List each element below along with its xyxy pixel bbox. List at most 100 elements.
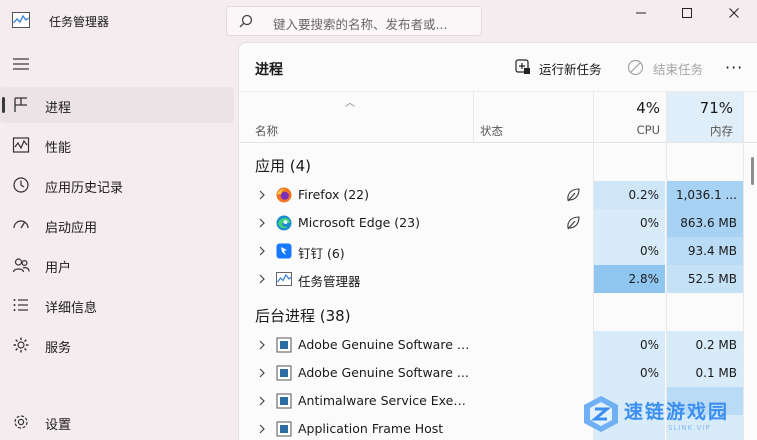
- processes-panel: 进程 运行新任务 结束任务 ··· ︿ 名称 状态 4% CPU 71% 内存 …: [238, 42, 757, 440]
- process-name: Firefox (22): [298, 187, 370, 202]
- sidebar-item-label: 性能: [45, 141, 72, 156]
- process-name: Adobe Genuine Software In...: [298, 337, 470, 352]
- sidebar-item-startup[interactable]: 启动应用: [0, 207, 234, 243]
- task-manager-app-icon: [12, 12, 30, 28]
- title-bar: 任务管理器 键入要搜索的名称、发布者或...: [0, 0, 757, 42]
- sidebar-item-services[interactable]: 服务: [0, 327, 234, 363]
- column-separator[interactable]: [473, 92, 474, 143]
- cpu-value: 0%: [639, 338, 659, 352]
- search-icon: [239, 14, 253, 28]
- column-header-cpu[interactable]: CPU: [637, 123, 660, 137]
- memory-cell: 863.6 MB: [667, 209, 743, 237]
- header-bottom-divider: [239, 142, 757, 143]
- end-task-label: 结束任务: [653, 62, 704, 77]
- column-header-status[interactable]: 状态: [480, 123, 503, 139]
- watermark-subtext: SLINK.VIP: [668, 424, 711, 432]
- memory-value: 1,036.1 ...: [675, 188, 737, 202]
- sidebar-item-label: 服务: [45, 341, 72, 356]
- users-icon: [12, 258, 30, 273]
- cpu-cell: 0%: [594, 237, 665, 265]
- processes-icon: [14, 97, 27, 112]
- search-input[interactable]: 键入要搜索的名称、发布者或...: [273, 14, 447, 33]
- firefox-icon: [276, 187, 292, 203]
- cpu-cell: 0%: [594, 359, 665, 387]
- sidebar-item-details[interactable]: 详细信息: [0, 287, 234, 323]
- table-row[interactable]: Adobe Genuine Software ... 0% 0.1 MB: [239, 359, 757, 387]
- process-name: 钉钉 (6): [298, 246, 345, 261]
- sidebar-item-performance[interactable]: 性能: [0, 127, 234, 163]
- run-new-task-label: 运行新任务: [539, 62, 602, 77]
- active-indicator: [2, 97, 5, 113]
- details-icon: [13, 299, 28, 311]
- hamburger-menu-icon[interactable]: [12, 57, 30, 71]
- history-icon: [13, 177, 29, 193]
- search-box[interactable]: 键入要搜索的名称、发布者或...: [226, 6, 482, 36]
- memory-value: 93.4 MB: [687, 244, 737, 258]
- efficiency-mode-icon: [567, 216, 580, 230]
- memory-value: 0.2 MB: [695, 338, 737, 352]
- memory-cell: 1,036.1 ...: [667, 181, 743, 209]
- service-box-icon: [276, 365, 292, 381]
- sidebar-item-label: 启动应用: [45, 221, 98, 236]
- column-header-name[interactable]: 名称: [255, 123, 278, 139]
- sidebar-item-settings[interactable]: 设置: [0, 404, 234, 440]
- expand-chevron-icon[interactable]: [258, 245, 266, 257]
- sidebar-item-users[interactable]: 用户: [0, 247, 234, 283]
- expand-chevron-icon[interactable]: [258, 273, 266, 285]
- vertical-scrollbar-thumb[interactable]: [751, 157, 754, 185]
- run-task-icon: [515, 59, 530, 74]
- cpu-value: 0%: [639, 216, 659, 230]
- table-row[interactable]: 任务管理器 2.8% 52.5 MB: [239, 265, 757, 293]
- minimize-icon: [636, 12, 646, 14]
- memory-value: 52.5 MB: [687, 272, 737, 286]
- table-row[interactable]: 钉钉 (6) 0% 93.4 MB: [239, 237, 757, 265]
- sidebar-item-label: 应用历史记录: [45, 181, 124, 196]
- close-button[interactable]: [711, 0, 757, 28]
- cpu-value: 0.2%: [628, 188, 660, 202]
- settings-gear-icon: [14, 415, 28, 429]
- table-row[interactable]: Adobe Genuine Software In... 0% 0.2 MB: [239, 331, 757, 359]
- table-row[interactable]: Firefox (22) 0.2% 1,036.1 ...: [239, 181, 757, 209]
- expand-chevron-icon[interactable]: [258, 339, 266, 351]
- memory-cell: 0.1 MB: [667, 359, 743, 387]
- edge-icon: [276, 215, 292, 231]
- process-name: Microsoft Edge (23): [298, 215, 420, 230]
- memory-cell: 52.5 MB: [667, 265, 743, 293]
- maximize-icon: [682, 8, 692, 18]
- dingtalk-icon: [276, 243, 292, 259]
- cpu-total-percent: 4%: [636, 99, 660, 117]
- service-box-icon: [276, 421, 292, 437]
- close-icon: [729, 8, 739, 18]
- cpu-cell: 2.8%: [594, 265, 665, 293]
- memory-total-percent: 71%: [699, 99, 733, 117]
- sidebar-item-label: 设置: [45, 418, 72, 433]
- sidebar-item-label: 用户: [45, 261, 72, 276]
- watermark: 速链游戏园 SLINK.VIP: [582, 392, 757, 440]
- column-header-memory[interactable]: 内存: [710, 123, 733, 139]
- watermark-text: 速链游戏园: [624, 401, 730, 423]
- sidebar-item-processes[interactable]: 进程: [0, 87, 234, 123]
- cpu-cell: 0.2%: [594, 181, 665, 209]
- services-icon: [13, 337, 29, 353]
- section-header-background[interactable]: 后台进程 (38): [255, 305, 351, 326]
- page-title: 进程: [255, 62, 283, 78]
- cpu-cell: 0%: [594, 209, 665, 237]
- sort-ascending-icon: ︿: [345, 98, 355, 109]
- expand-chevron-icon[interactable]: [258, 217, 266, 229]
- minimize-button[interactable]: [618, 0, 664, 28]
- section-header-apps[interactable]: 应用 (4): [255, 155, 311, 176]
- sidebar-item-app-history[interactable]: 应用历史记录: [0, 167, 234, 203]
- memory-cell: 0.2 MB: [667, 331, 743, 359]
- expand-chevron-icon[interactable]: [258, 367, 266, 379]
- service-box-icon: [276, 393, 292, 409]
- maximize-button[interactable]: [664, 0, 710, 28]
- cpu-cell: 0%: [594, 331, 665, 359]
- expand-chevron-icon[interactable]: [258, 189, 266, 201]
- expand-chevron-icon[interactable]: [258, 423, 266, 435]
- performance-icon: [12, 137, 30, 153]
- startup-icon: [13, 220, 29, 229]
- more-options-button[interactable]: ···: [725, 58, 743, 77]
- table-row[interactable]: Microsoft Edge (23) 0% 863.6 MB: [239, 209, 757, 237]
- process-name: Application Frame Host: [298, 421, 444, 436]
- expand-chevron-icon[interactable]: [258, 395, 266, 407]
